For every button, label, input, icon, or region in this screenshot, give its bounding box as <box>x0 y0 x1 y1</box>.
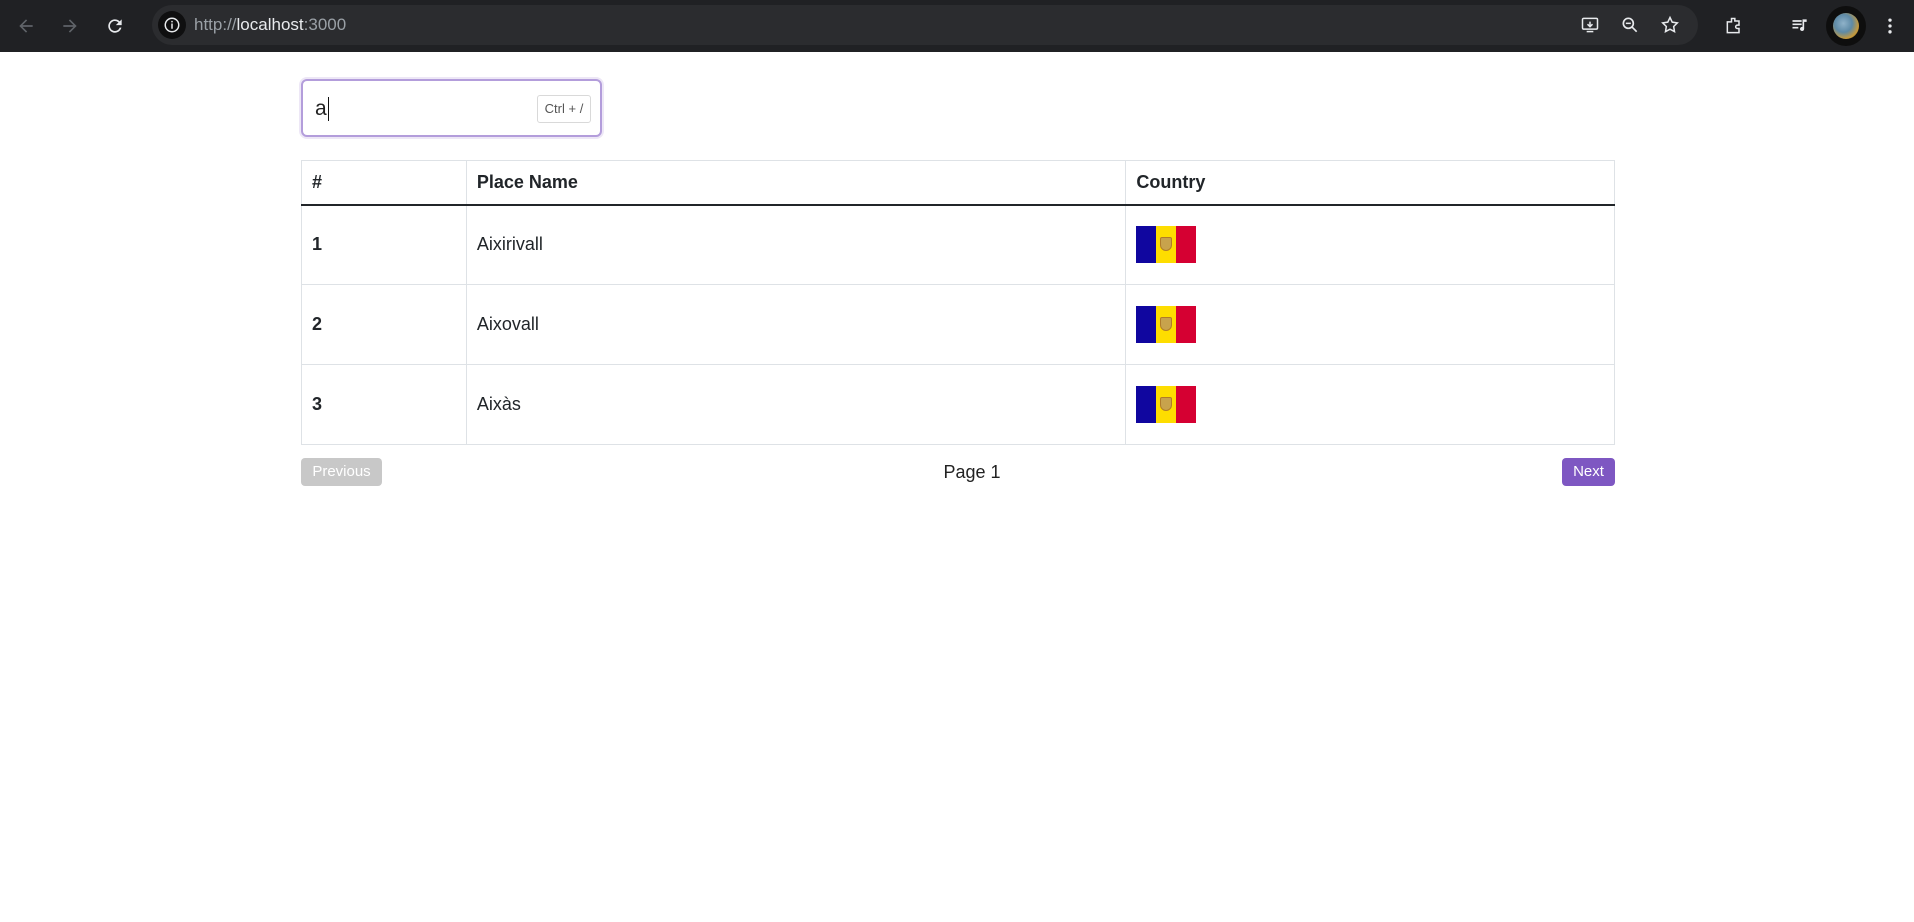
andorra-flag-icon <box>1136 306 1197 343</box>
keyboard-shortcut-hint: Ctrl + / <box>537 95 591 123</box>
table-row: 3 Aixàs <box>301 364 1615 445</box>
url-scheme: http:// <box>194 15 237 34</box>
table-row: 1 Aixirivall <box>301 204 1615 285</box>
search-box[interactable]: Ctrl + / <box>301 79 602 137</box>
table-row: 2 Aixovall <box>301 284 1615 365</box>
forward-button[interactable] <box>55 11 85 41</box>
url-port: :3000 <box>303 15 347 34</box>
address-bar[interactable]: http://localhost:3000 <box>152 5 1698 45</box>
text-caret <box>328 97 329 121</box>
media-controls-icon[interactable] <box>1785 11 1815 41</box>
place-name: Aixovall <box>465 284 1127 365</box>
url-host: localhost <box>236 15 304 34</box>
extensions-icon[interactable] <box>1719 11 1749 41</box>
arrow-right-icon <box>63 19 77 33</box>
row-number: 1 <box>301 204 467 285</box>
arrow-left-icon <box>19 19 33 33</box>
install-app-icon[interactable] <box>1578 13 1602 37</box>
country-cell <box>1125 204 1615 285</box>
previous-button[interactable]: Previous <box>301 458 382 486</box>
zoom-icon[interactable] <box>1618 13 1642 37</box>
next-button[interactable]: Next <box>1562 458 1615 486</box>
bookmark-star-icon[interactable] <box>1658 13 1682 37</box>
avatar-image <box>1833 13 1859 39</box>
reload-button[interactable] <box>100 11 130 41</box>
profile-avatar[interactable] <box>1826 6 1866 46</box>
page-indicator: Page 1 <box>943 462 1001 482</box>
reload-icon <box>108 19 122 33</box>
browser-toolbar: http://localhost:3000 <box>0 0 1914 52</box>
site-info-icon[interactable] <box>158 11 186 39</box>
andorra-flag-icon <box>1136 386 1197 423</box>
url-text: http://localhost:3000 <box>194 5 346 45</box>
row-number: 3 <box>301 364 467 445</box>
header-number: # <box>301 160 467 206</box>
table-header-row: # Place Name Country <box>301 160 1615 206</box>
country-cell <box>1125 364 1615 445</box>
search-input[interactable] <box>315 93 515 125</box>
kebab-menu-icon[interactable] <box>1875 11 1905 41</box>
place-name: Aixirivall <box>465 204 1127 285</box>
andorra-flag-icon <box>1136 226 1197 264</box>
places-table: # Place Name Country 1 Aixirivall 2 Aixo… <box>301 160 1615 445</box>
row-number: 2 <box>301 284 467 365</box>
back-button[interactable] <box>11 11 41 41</box>
header-place-name: Place Name <box>465 160 1127 206</box>
header-country: Country <box>1125 160 1615 206</box>
place-name: Aixàs <box>465 364 1127 445</box>
country-cell <box>1125 284 1615 365</box>
